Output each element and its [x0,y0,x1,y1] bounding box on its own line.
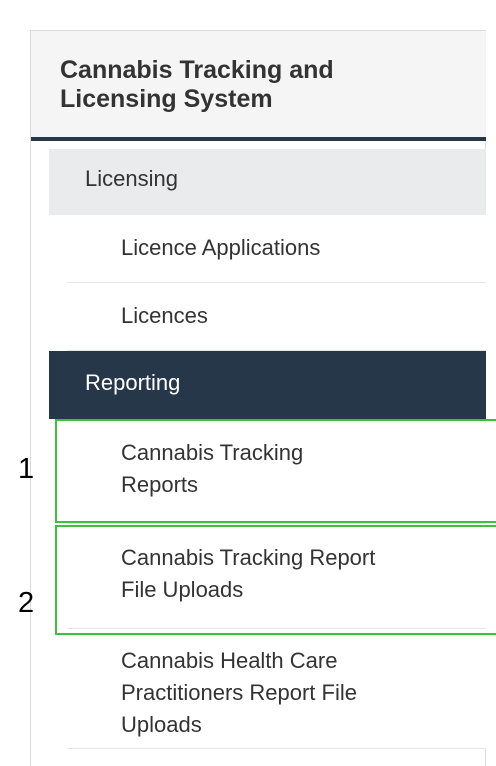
app-title-line-1: Cannabis Tracking and [60,56,334,84]
section-licensing-label: Licensing [85,166,178,191]
nav-item-tracking-report-file-uploads[interactable]: Cannabis Tracking Report File Uploads [67,524,486,629]
nav-item-label-line-2: Reports [121,472,199,497]
nav-item-label: Licence Applications [121,235,321,260]
nav-menu: Licensing Licence Applications Licences … [49,149,486,749]
sidebar-nav: Cannabis Tracking and Licensing System L… [30,30,486,766]
nav-item-licences[interactable]: Licences [67,283,486,351]
nav-item-label-line-2: Practitioners Report File [121,680,357,705]
app-title-line-2: Licensing System [60,85,273,113]
nav-item-licence-applications[interactable]: Licence Applications [67,215,486,283]
section-licensing[interactable]: Licensing [49,149,486,215]
callout-number-1: 1 [18,453,35,485]
nav-item-label-line-1: Cannabis Tracking Report [121,545,376,570]
nav-item-cannabis-tracking-reports[interactable]: Cannabis Tracking Reports [67,419,486,524]
nav-item-label-line-2: File Uploads [121,577,244,602]
nav-item-practitioners-report-file-uploads[interactable]: Cannabis Health Care Practitioners Repor… [67,629,486,749]
callout-number-2: 2 [18,587,35,619]
nav-item-label-line-1: Cannabis Health Care [121,648,338,673]
section-reporting-label: Reporting [85,370,181,395]
app-title[interactable]: Cannabis Tracking and Licensing System [60,56,466,114]
nav-header: Cannabis Tracking and Licensing System [31,31,486,141]
nav-item-label: Licences [121,303,208,328]
nav-item-label-line-1: Cannabis Tracking [121,440,304,465]
section-reporting[interactable]: Reporting [49,351,486,419]
nav-item-label-line-3: Uploads [121,712,202,737]
